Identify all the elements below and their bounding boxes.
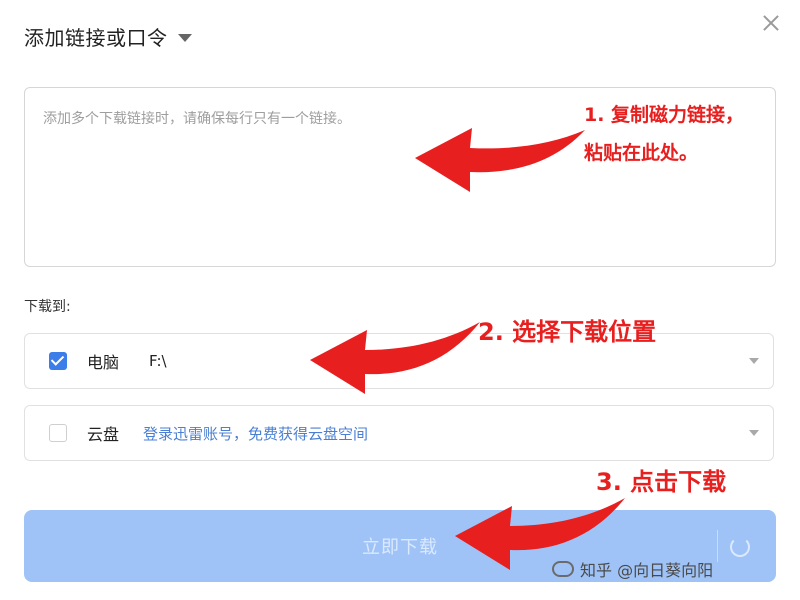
pc-checkbox[interactable] — [49, 352, 67, 370]
annotation-step2: 2. 选择下载位置 — [478, 318, 657, 346]
watermark-text: 知乎 @向日葵向阳 — [580, 561, 714, 580]
close-icon[interactable] — [760, 12, 782, 34]
arrow-icon — [415, 128, 585, 192]
annotation-step1-line1: 1. 复制磁力链接， — [584, 104, 745, 126]
chevron-down-icon[interactable] — [749, 358, 759, 364]
download-now-label: 立即下载 — [362, 537, 438, 558]
chevron-down-icon[interactable] — [749, 430, 759, 436]
pc-path: F:\ — [149, 352, 167, 370]
annotation-step1-line2: 粘贴在此处。 — [584, 142, 699, 164]
download-to-label: 下载到: — [24, 299, 71, 315]
refresh-icon[interactable] — [730, 537, 750, 557]
wechat-icon — [552, 561, 574, 577]
cloud-label: 云盘 — [87, 425, 120, 444]
pc-label: 电脑 — [87, 353, 120, 372]
cloud-login-link[interactable]: 登录迅雷账号，免费获得云盘空间 — [143, 423, 368, 444]
dialog-header: 添加链接或口令 — [24, 22, 192, 51]
title-dropdown-icon[interactable] — [177, 34, 192, 42]
cloud-checkbox[interactable] — [49, 424, 67, 442]
add-link-dialog: 添加链接或口令 下载到: 电脑 F:\ 云盘 登录迅雷账号，免费获得云盘空间 立… — [0, 0, 800, 600]
button-divider — [717, 530, 718, 562]
arrow-icon — [310, 322, 480, 394]
annotation-step3: 3. 点击下载 — [596, 468, 727, 496]
save-location-cloud[interactable]: 云盘 登录迅雷账号，免费获得云盘空间 — [24, 405, 774, 461]
annotation-step1: 1. 复制磁力链接， 粘贴在此处。 — [584, 96, 744, 172]
watermark: 知乎 @向日葵向阳 — [552, 557, 713, 581]
dialog-title[interactable]: 添加链接或口令 — [24, 22, 168, 51]
